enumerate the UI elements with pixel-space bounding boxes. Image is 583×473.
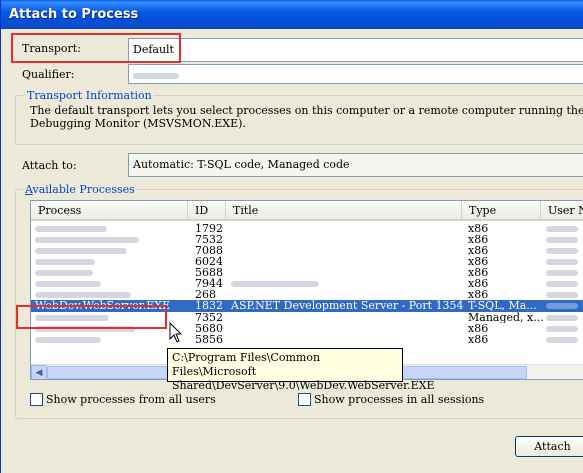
attach-to-label: Attach to: xyxy=(22,159,77,172)
transport-info-title: Transport Information xyxy=(25,89,154,102)
process-id: 5856 xyxy=(195,334,223,345)
process-id: 7352 xyxy=(195,312,223,323)
user-name-redacted xyxy=(546,270,578,276)
process-type: T-SQL, Ma... xyxy=(468,300,537,311)
show-all-sessions-checkbox[interactable]: Show processes in all sessions xyxy=(298,393,484,406)
column-header-title[interactable]: Title xyxy=(226,201,462,221)
process-row[interactable]: 5688 x86 xyxy=(31,267,583,278)
process-name-redacted xyxy=(35,226,107,232)
process-row[interactable]: 7088 x86 xyxy=(31,245,583,256)
process-type: x86 xyxy=(468,223,489,234)
window-title: Attach to Process xyxy=(9,7,139,22)
process-id: 7532 xyxy=(195,234,223,245)
highlight-transport xyxy=(11,33,181,63)
process-path-tooltip: C:\Program Files\Common Files\Microsoft … xyxy=(167,348,435,392)
checkbox-unchecked-icon[interactable] xyxy=(30,393,43,406)
process-type: x86 xyxy=(468,289,489,300)
attach-button[interactable]: Attach xyxy=(515,436,583,457)
user-name-redacted xyxy=(546,326,578,332)
show-all-sessions-label: Show processes in all sessions xyxy=(314,393,485,406)
process-type: Managed, x... xyxy=(468,312,544,323)
user-name-redacted xyxy=(546,303,578,309)
user-name-redacted xyxy=(546,281,578,287)
process-name-redacted xyxy=(35,248,127,254)
column-header-id[interactable]: ID xyxy=(188,201,226,221)
process-id: 7088 xyxy=(195,245,223,256)
process-type: x86 xyxy=(468,234,489,245)
process-type: x86 xyxy=(468,267,489,278)
user-name-redacted xyxy=(546,292,578,298)
process-type: x86 xyxy=(468,256,489,267)
attach-button-label: Attach xyxy=(534,440,571,453)
mouse-pointer-icon xyxy=(169,322,183,343)
process-type: x86 xyxy=(468,278,489,289)
user-name-redacted xyxy=(546,226,578,232)
user-name-redacted xyxy=(546,248,578,254)
attach-to-process-dialog: Attach to Process Transport: Default Qua… xyxy=(0,0,583,473)
scroll-left-icon[interactable]: ◀ xyxy=(31,365,47,379)
process-name-redacted xyxy=(35,337,101,343)
process-name-redacted xyxy=(35,281,101,287)
process-row[interactable]: 6024 x86 xyxy=(31,256,583,267)
transport-info-line2: Debugging Monitor (MSVSMON.EXE). xyxy=(30,117,246,130)
available-processes-title: Available Processes xyxy=(23,183,137,196)
process-id: 268 xyxy=(195,289,216,300)
process-type: x86 xyxy=(468,334,489,345)
highlight-webdev-process xyxy=(16,305,167,329)
column-header-process[interactable]: Process xyxy=(31,201,188,221)
process-name-redacted xyxy=(35,259,95,265)
qualifier-label: Qualifier: xyxy=(22,68,75,81)
process-title: ASP.NET Development Server - Port 1354 xyxy=(231,300,464,311)
process-row[interactable]: 7944 x86 xyxy=(31,278,583,289)
process-row[interactable]: 268 x86 xyxy=(31,289,583,300)
process-name-redacted xyxy=(35,237,139,243)
tooltip-line2: Shared\DevServer\9.0\WebDev.WebServer.EX… xyxy=(172,379,435,392)
process-type: x86 xyxy=(468,323,489,334)
process-name-redacted xyxy=(35,270,93,276)
window-title-redacted xyxy=(231,281,319,287)
process-id: 7944 xyxy=(195,278,223,289)
process-id: 1832 xyxy=(195,300,223,311)
column-header-type[interactable]: Type xyxy=(462,201,541,221)
attach-to-value: Automatic: T-SQL code, Managed code xyxy=(133,158,350,171)
user-name-redacted xyxy=(546,259,578,265)
process-row[interactable]: 1792 x86 xyxy=(31,223,583,234)
column-header-user-name[interactable]: User N xyxy=(541,201,583,221)
attach-to-field[interactable]: Automatic: T-SQL code, Managed code xyxy=(128,153,583,177)
transport-dropdown[interactable]: Default xyxy=(128,38,583,62)
process-id: 1792 xyxy=(195,223,223,234)
show-all-users-label: Show processes from all users xyxy=(46,393,216,406)
user-name-redacted xyxy=(546,337,578,343)
tooltip-line1: C:\Program Files\Common Files\Microsoft xyxy=(172,351,321,378)
show-all-users-checkbox[interactable]: Show processes from all users xyxy=(30,393,216,406)
checkbox-unchecked-icon[interactable] xyxy=(298,393,311,406)
process-name-redacted xyxy=(35,292,131,298)
title-bar: Attach to Process xyxy=(1,0,583,29)
transport-info-line1: The default transport lets you select pr… xyxy=(30,104,583,117)
process-list-header: Process ID Title Type User N xyxy=(31,201,583,221)
process-row[interactable]: 7532 x86 xyxy=(31,234,583,245)
user-name-redacted xyxy=(546,315,578,321)
qualifier-value-redacted xyxy=(133,73,179,79)
user-name-redacted xyxy=(546,237,578,243)
process-id: 6024 xyxy=(195,256,223,267)
qualifier-input[interactable] xyxy=(128,64,583,84)
process-id: 5680 xyxy=(195,323,223,334)
process-type: x86 xyxy=(468,245,489,256)
process-id: 5688 xyxy=(195,267,223,278)
process-row[interactable]: 5856 x86 xyxy=(31,334,583,345)
